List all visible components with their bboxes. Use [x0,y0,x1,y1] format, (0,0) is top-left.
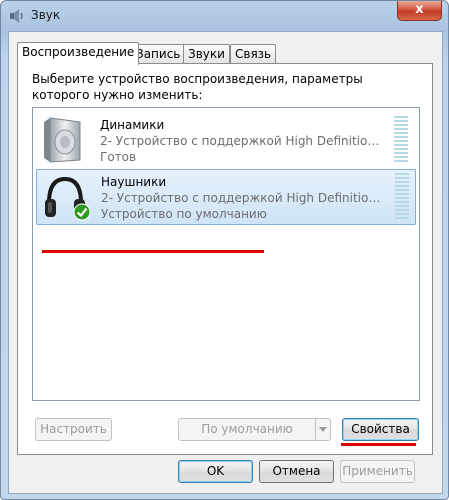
close-button[interactable]: x [397,1,442,21]
device-name: Наушники [101,175,167,189]
button-label: Применить [342,464,413,478]
tab-label: Воспроизведение [22,45,135,59]
apply-button[interactable]: Применить [340,460,415,483]
annotation-underline-properties [341,443,416,446]
chevron-down-icon [319,427,327,432]
button-label: По умолчанию [201,422,293,436]
tab-label: Связь [235,47,272,61]
device-status: Устройство по умолчанию [101,207,267,221]
set-default-button[interactable]: По умолчанию [178,418,331,441]
close-icon: x [415,2,424,17]
list-item-headphones[interactable]: Наушники 2- Устройство с поддержкой High… [36,169,416,225]
button-label: Настроить [40,422,107,436]
window-title: Звук [31,8,61,22]
button-label: Отмена [272,464,321,478]
instruction-text: Выберите устройство воспроизведения, пар… [32,72,363,102]
ok-button[interactable]: OK [178,460,253,483]
tab-label: Запись [136,47,181,61]
tab-sounds[interactable]: Звуки [183,44,230,64]
tab-communications[interactable]: Связь [230,44,277,64]
tab-label: Звуки [188,47,225,61]
list-item-speakers[interactable]: Динамики 2- Устройство с поддержкой High… [36,113,414,167]
volume-meter [394,116,408,164]
title-bar[interactable]: Звук x [1,1,448,31]
device-description: 2- Устройство с поддержкой High Definiti… [100,134,382,148]
annotation-underline-device [42,250,264,253]
properties-button[interactable]: Свойства [342,418,419,441]
device-description: 2- Устройство с поддержкой High Definiti… [101,191,383,205]
button-label: OK [206,464,225,478]
device-status: Готов [100,150,137,164]
device-list[interactable]: Динамики 2- Устройство с поддержкой High… [32,107,420,401]
tab-playback[interactable]: Воспроизведение [17,42,140,65]
device-name: Динамики [100,118,165,132]
playback-panel: Выберите устройство воспроизведения, пар… [17,63,433,455]
check-icon [73,203,91,221]
sound-dialog: Звук x Воспроизведение Запись Звуки Связ… [0,0,449,500]
cancel-button[interactable]: Отмена [259,460,334,483]
tab-recording[interactable]: Запись [131,44,186,64]
default-dropdown-arrow[interactable] [315,419,330,440]
dialog-body: Воспроизведение Запись Звуки Связь Выбер… [8,31,443,494]
configure-button[interactable]: Настроить [35,418,112,441]
speaker-icon [10,9,23,23]
speaker-icon [44,117,81,163]
button-label: Свойства [351,422,410,436]
volume-meter [395,173,409,221]
